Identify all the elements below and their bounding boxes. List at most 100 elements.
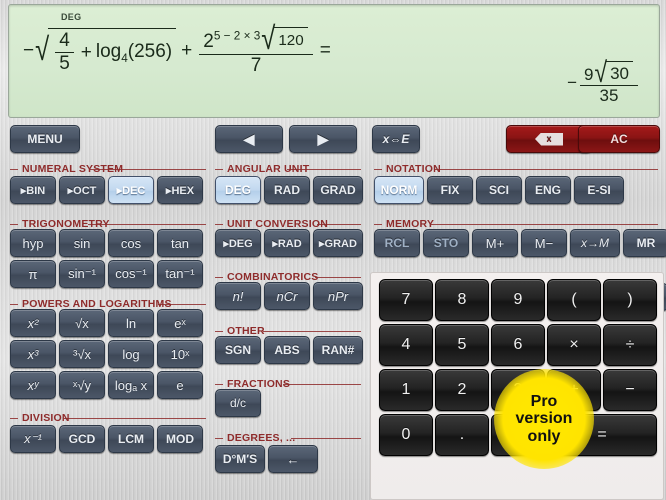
group-divider-left bbox=[215, 384, 223, 385]
button-conv-rad[interactable]: ▸RAD bbox=[264, 229, 310, 257]
button-grad[interactable]: GRAD bbox=[313, 176, 363, 204]
button-sci[interactable]: SCI bbox=[476, 176, 522, 204]
key-decimal-point[interactable]: . bbox=[435, 414, 489, 456]
button-lcm[interactable]: LCM bbox=[108, 425, 154, 453]
key-6[interactable]: 6 bbox=[491, 324, 545, 366]
group-label-notation: NOTATION bbox=[386, 163, 441, 175]
button-norm[interactable]: NORM bbox=[374, 176, 424, 204]
button-bin[interactable]: ▸BIN bbox=[10, 176, 56, 204]
group-divider-left bbox=[215, 331, 223, 332]
key-9[interactable]: 9 bbox=[491, 279, 545, 321]
fraction-numerator-2: 25 − 2 × 3 √ 120 bbox=[199, 23, 313, 55]
pro-version-badge[interactable]: Pro version only bbox=[494, 369, 594, 469]
button-abs[interactable]: ABS bbox=[264, 336, 310, 364]
button-dms[interactable]: D°M′S bbox=[215, 445, 265, 473]
button-exp-e[interactable]: eˣ bbox=[157, 309, 203, 337]
button-random[interactable]: RAN# bbox=[313, 336, 363, 364]
sqrt-group-1: √ 4 5 + log4(256) bbox=[35, 28, 177, 74]
button-sto[interactable]: STO bbox=[423, 229, 469, 257]
key-close-paren[interactable]: ) bbox=[603, 279, 657, 321]
button-hex[interactable]: ▸HEX bbox=[157, 176, 203, 204]
key-7[interactable]: 7 bbox=[379, 279, 433, 321]
x-e-swap-button[interactable]: x⇔E bbox=[372, 125, 420, 153]
button-m-minus[interactable]: M− bbox=[521, 229, 567, 257]
button-log[interactable]: log bbox=[108, 340, 154, 368]
calculator-display[interactable]: DEG − √ 4 5 + log4(256) + 25 − 2 × 3 √ 120 bbox=[8, 4, 660, 118]
log-argument: (256) bbox=[127, 40, 173, 62]
button-x-power-y[interactable]: xʸ bbox=[10, 371, 56, 399]
button-tan[interactable]: tan bbox=[157, 229, 203, 257]
key-1[interactable]: 1 bbox=[379, 369, 433, 411]
button-cube-root[interactable]: ³√x bbox=[59, 340, 105, 368]
button-sgn[interactable]: SGN bbox=[215, 336, 261, 364]
key-multiply[interactable]: × bbox=[547, 324, 601, 366]
button-conv-grad[interactable]: ▸GRAD bbox=[313, 229, 363, 257]
expression-line: − √ 4 5 + log4(256) + 25 − 2 × 3√120 7 bbox=[23, 23, 335, 76]
button-dec[interactable]: ▸DEC bbox=[108, 176, 154, 204]
angle-mode-indicator: DEG bbox=[61, 12, 82, 22]
button-ncr[interactable]: nCr bbox=[264, 282, 310, 310]
button-asin[interactable]: sin⁻¹ bbox=[59, 260, 105, 288]
result-minus: − bbox=[567, 72, 578, 92]
menu-button[interactable]: MENU bbox=[10, 125, 80, 153]
group-divider-left bbox=[374, 169, 382, 170]
button-back-arrow[interactable]: ← bbox=[268, 445, 318, 473]
button-pi[interactable]: π bbox=[10, 260, 56, 288]
button-oct[interactable]: ▸OCT bbox=[59, 176, 105, 204]
group-divider-left bbox=[10, 169, 18, 170]
button-euler-e[interactable]: e bbox=[157, 371, 203, 399]
button-conv-deg[interactable]: ▸DEG bbox=[215, 229, 261, 257]
cursor-right-button[interactable]: ▶ bbox=[289, 125, 357, 153]
button-mr[interactable]: MR bbox=[623, 229, 666, 257]
button-eng[interactable]: ENG bbox=[525, 176, 571, 204]
group-numeral-system: NUMERAL SYSTEM ▸BIN ▸OCT ▸DEC ▸HEX bbox=[10, 163, 206, 204]
key-minus[interactable]: − bbox=[603, 369, 657, 411]
button-acos[interactable]: cos⁻¹ bbox=[108, 260, 154, 288]
button-mod[interactable]: MOD bbox=[157, 425, 203, 453]
button-npr[interactable]: nPr bbox=[313, 282, 363, 310]
key-0[interactable]: 0 bbox=[379, 414, 433, 456]
button-e-si[interactable]: E-SI bbox=[574, 176, 624, 204]
button-sin[interactable]: sin bbox=[59, 229, 105, 257]
exponent-expression: 5 − 2 × 3 bbox=[213, 29, 261, 43]
button-log-base-a[interactable]: logₐ x bbox=[108, 371, 154, 399]
key-8[interactable]: 8 bbox=[435, 279, 489, 321]
button-x-root-y[interactable]: ˣ√y bbox=[59, 371, 105, 399]
button-x-cubed[interactable]: x³ bbox=[10, 340, 56, 368]
key-open-paren[interactable]: ( bbox=[547, 279, 601, 321]
fraction-numerator: 4 bbox=[55, 31, 74, 54]
group-divider bbox=[291, 438, 361, 439]
expr-plus-2: + bbox=[181, 40, 193, 62]
cursor-left-button[interactable]: ◀ bbox=[215, 125, 283, 153]
button-reciprocal[interactable]: x⁻¹ bbox=[10, 425, 56, 453]
button-rcl[interactable]: RCL bbox=[374, 229, 420, 257]
button-deg[interactable]: DEG bbox=[215, 176, 261, 204]
button-ten-power-x[interactable]: 10ˣ bbox=[157, 340, 203, 368]
button-fix[interactable]: FIX bbox=[427, 176, 473, 204]
button-hyp[interactable]: hyp bbox=[10, 229, 56, 257]
group-divider-left bbox=[215, 169, 223, 170]
button-m-plus[interactable]: M+ bbox=[472, 229, 518, 257]
button-factorial[interactable]: n! bbox=[215, 282, 261, 310]
button-x-squared[interactable]: x² bbox=[10, 309, 56, 337]
key-divide[interactable]: ÷ bbox=[603, 324, 657, 366]
button-cos[interactable]: cos bbox=[108, 229, 154, 257]
button-sqrt[interactable]: √x bbox=[59, 309, 105, 337]
button-gcd[interactable]: GCD bbox=[59, 425, 105, 453]
pro-badge-line-3: only bbox=[527, 427, 561, 445]
radical-sign-icon-3: √ bbox=[594, 55, 608, 89]
button-ln[interactable]: ln bbox=[108, 309, 154, 337]
sqrt-group-2: √ 120 bbox=[261, 23, 308, 55]
result-fraction: 9 √ 30 35 bbox=[580, 55, 638, 105]
fraction-second-term: 25 − 2 × 3 √ 120 7 bbox=[199, 23, 313, 76]
button-x-to-memory[interactable]: x→M bbox=[570, 229, 620, 257]
button-atan[interactable]: tan⁻¹ bbox=[157, 260, 203, 288]
all-clear-button[interactable]: AC bbox=[578, 125, 660, 153]
key-4[interactable]: 4 bbox=[379, 324, 433, 366]
button-fraction-dc[interactable]: d/c bbox=[215, 389, 261, 417]
key-2[interactable]: 2 bbox=[435, 369, 489, 411]
group-label-division: DIVISION bbox=[22, 412, 70, 424]
result-denominator: 35 bbox=[599, 85, 619, 105]
button-rad[interactable]: RAD bbox=[264, 176, 310, 204]
key-5[interactable]: 5 bbox=[435, 324, 489, 366]
